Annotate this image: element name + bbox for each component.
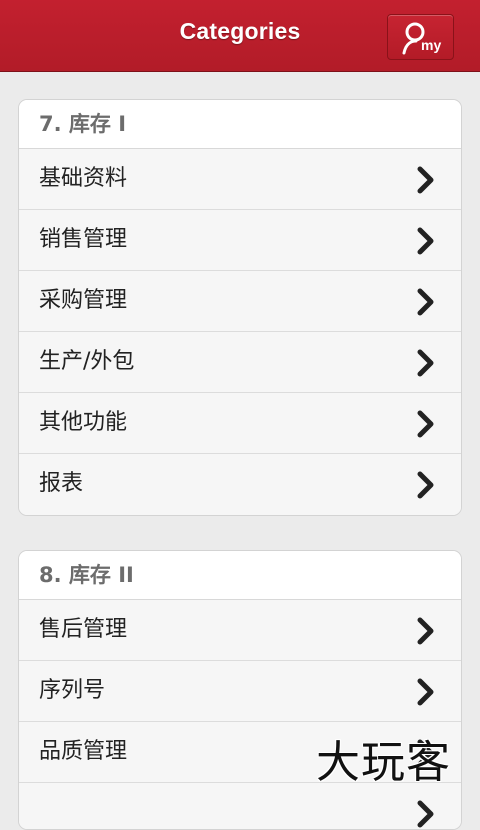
- list-item-label: 生产/外包: [39, 349, 135, 374]
- chevron-right-icon: [417, 349, 434, 377]
- list-item-other-functions[interactable]: 其他功能: [19, 393, 461, 454]
- list-item-basic-data[interactable]: 基础资料: [19, 149, 461, 210]
- list-item-label: 其他功能: [39, 410, 128, 435]
- chevron-right-icon: [417, 471, 434, 499]
- chevron-right-icon: [417, 800, 434, 828]
- chevron-right-icon: [417, 288, 434, 316]
- app-header: Categories my: [0, 0, 480, 72]
- list-item-label: 品质管理: [39, 739, 128, 764]
- watermark-logo: 大玩客: [316, 737, 451, 788]
- chevron-right-icon: [417, 678, 434, 706]
- list-item-reports[interactable]: 报表: [19, 454, 461, 515]
- chevron-right-icon: [417, 617, 434, 645]
- group-title: 7. 库存 I: [19, 100, 461, 149]
- list-item-after-sales[interactable]: 售后管理: [19, 600, 461, 661]
- list-item-partial[interactable]: [19, 783, 461, 829]
- list-item-production-outsourcing[interactable]: 生产/外包: [19, 332, 461, 393]
- group-title: 8. 库存 II: [19, 551, 461, 600]
- list-item-label: 基础资料: [39, 166, 128, 191]
- list-item-label: 报表: [39, 471, 84, 496]
- chevron-right-icon: [417, 227, 434, 255]
- list-item-label: 销售管理: [39, 227, 128, 252]
- category-group-inventory-1: 7. 库存 I 基础资料 销售管理 采购管理 生产/外包 其他功能 报表: [18, 99, 462, 516]
- chevron-right-icon: [417, 410, 434, 438]
- list-item-label: 采购管理: [39, 288, 128, 313]
- list-item-label: 售后管理: [39, 617, 128, 642]
- my-label: my: [421, 37, 442, 53]
- list-item-label: 序列号: [39, 678, 106, 703]
- list-item-sales-management[interactable]: 销售管理: [19, 210, 461, 271]
- list-item-serial-number[interactable]: 序列号: [19, 661, 461, 722]
- my-account-button[interactable]: my: [387, 14, 454, 60]
- list-item-purchase-management[interactable]: 采购管理: [19, 271, 461, 332]
- chevron-right-icon: [417, 166, 434, 194]
